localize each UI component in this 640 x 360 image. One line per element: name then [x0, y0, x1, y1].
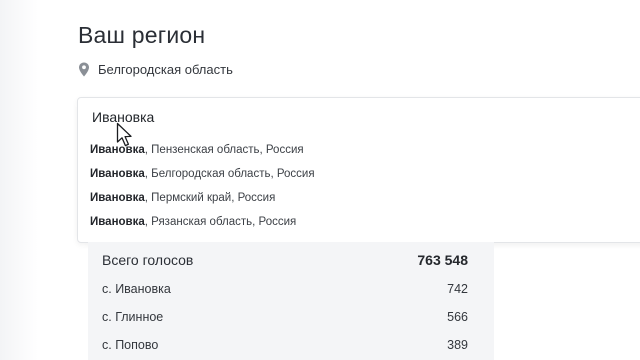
result-value: 389: [447, 338, 468, 352]
map-pin-icon: [79, 62, 89, 77]
total-votes-value: 763 548: [417, 252, 468, 268]
suggestion-region: , Белгородская область, Россия: [144, 168, 315, 180]
suggestion-name: Ивановка: [90, 216, 145, 228]
vote-results-panel: Всего голосов 763 548 с. Ивановка 742 с.…: [88, 242, 494, 360]
result-row: с. Попово 389: [102, 338, 468, 352]
current-region-label: Белгородская область: [98, 62, 233, 77]
total-votes-row: Всего голосов 763 548: [102, 252, 468, 268]
result-label: с. Глинное: [102, 310, 164, 324]
suggestion-name: Ивановка: [90, 168, 145, 180]
suggestion-name: Ивановка: [90, 192, 145, 204]
suggestion-list: Ивановка , Пензенская область, Россия Ива…: [90, 142, 315, 238]
mouse-pointer-icon: [116, 122, 132, 147]
suggestion-item[interactable]: Ивановка, Пермский край, Россия: [90, 190, 315, 214]
current-region: Белгородская область: [78, 62, 233, 77]
page-title: Ваш регион: [78, 22, 206, 48]
result-label: с. Попово: [102, 338, 159, 352]
result-value: 566: [447, 310, 468, 324]
region-search-input[interactable]: [92, 107, 612, 127]
suggestion-region: , Пермский край, Россия: [144, 192, 276, 204]
result-value: 742: [447, 282, 468, 296]
suggestion-item[interactable]: Ивановка, Белгородская область, Россия: [90, 166, 315, 190]
total-votes-label: Всего голосов: [102, 252, 194, 268]
region-search-dropdown: Ивановка , Пензенская область, Россия Ива…: [77, 97, 640, 243]
page: Ваш регион Белгородская область Ивановка…: [0, 0, 640, 360]
result-label: с. Ивановка: [102, 282, 171, 296]
result-row: с. Ивановка 742: [102, 282, 468, 296]
suggestion-region: , Пензенская область, Россия: [144, 144, 304, 156]
left-edge-shade: [0, 0, 38, 360]
result-row: с. Глинное 566: [102, 310, 468, 324]
suggestion-region: , Рязанская область, Россия: [144, 216, 297, 228]
suggestion-item[interactable]: Ивановка, Рязанская область, Россия: [90, 214, 315, 238]
